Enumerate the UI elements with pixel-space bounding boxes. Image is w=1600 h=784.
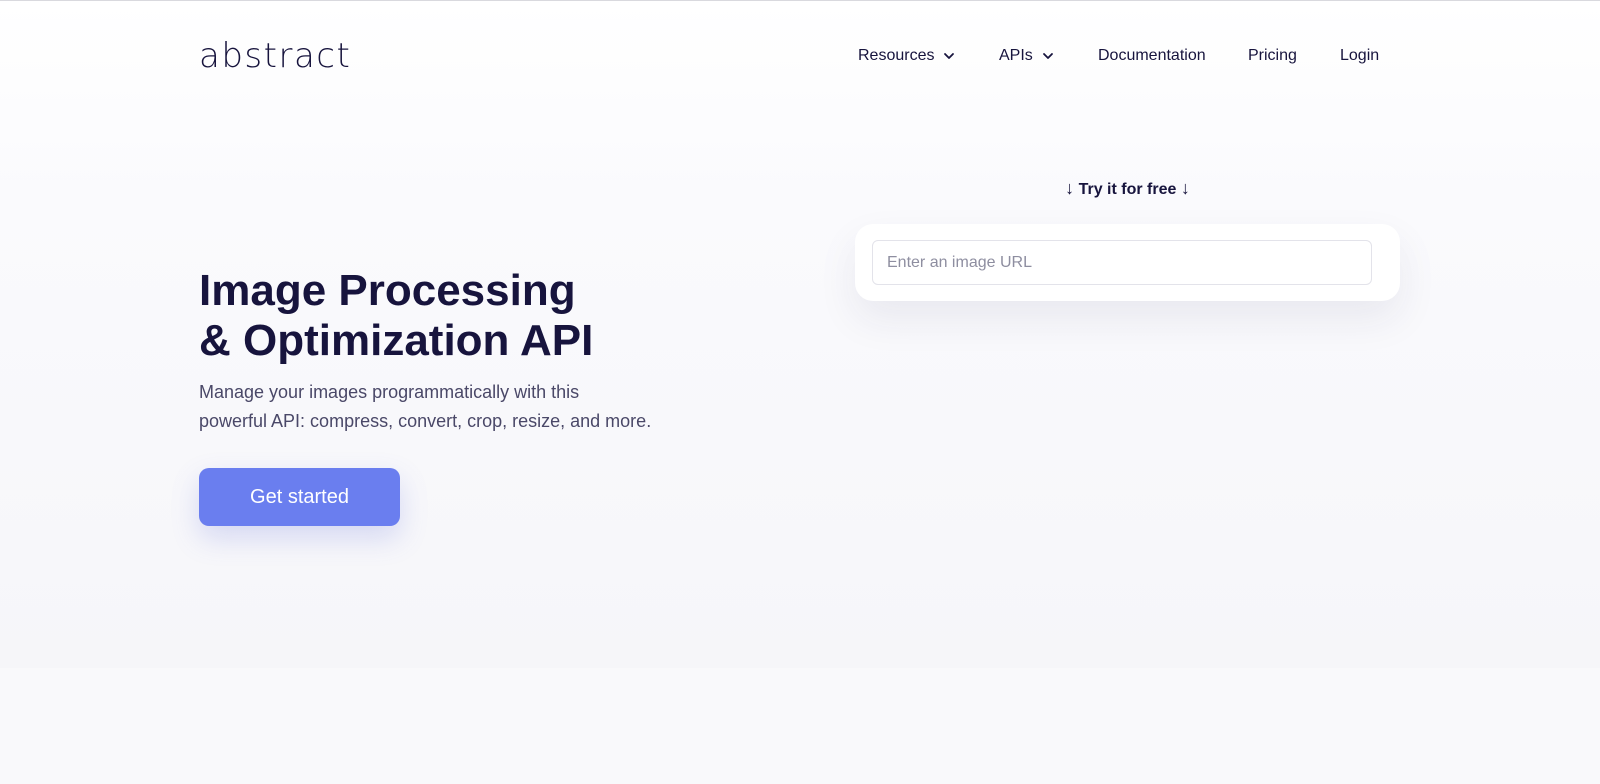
chevron-down-icon [1041,49,1055,63]
nav-resources-label: Resources [858,47,935,64]
description-line-1: Manage your images programmatically with… [199,382,580,402]
nav-apis[interactable]: APIs [999,45,1055,67]
hero-description: Manage your images programmatically with… [199,378,669,436]
nav-login[interactable]: Login [1340,45,1379,67]
nav-apis-label: APIs [999,47,1033,64]
arrow-down-icon: ↓ [1065,178,1075,198]
title-line-1: Image Processing [199,266,576,315]
lower-section [0,668,1600,784]
title-line-2: & Optimization API [199,316,594,365]
description-line-2: powerful API: compress, convert, crop, r… [199,411,652,431]
try-it-label: ↓ Try it for free ↓ [855,178,1400,199]
arrow-down-icon: ↓ [1180,178,1190,198]
try-it-text: Try it for free [1078,181,1177,198]
nav-pricing-label: Pricing [1248,47,1297,64]
nav-login-label: Login [1340,47,1380,64]
abstract-logo[interactable]: abstract [199,36,351,76]
nav-documentation[interactable]: Documentation [1098,45,1206,67]
get-started-button[interactable]: Get started [199,468,400,526]
image-url-input[interactable] [872,240,1372,285]
nav-documentation-label: Documentation [1098,47,1206,64]
nav-pricing[interactable]: Pricing [1248,45,1297,67]
page-title: Image Processing & Optimization API [199,266,759,366]
nav-resources[interactable]: Resources [858,45,956,67]
try-it-card [855,224,1400,301]
chevron-down-icon [942,49,956,63]
